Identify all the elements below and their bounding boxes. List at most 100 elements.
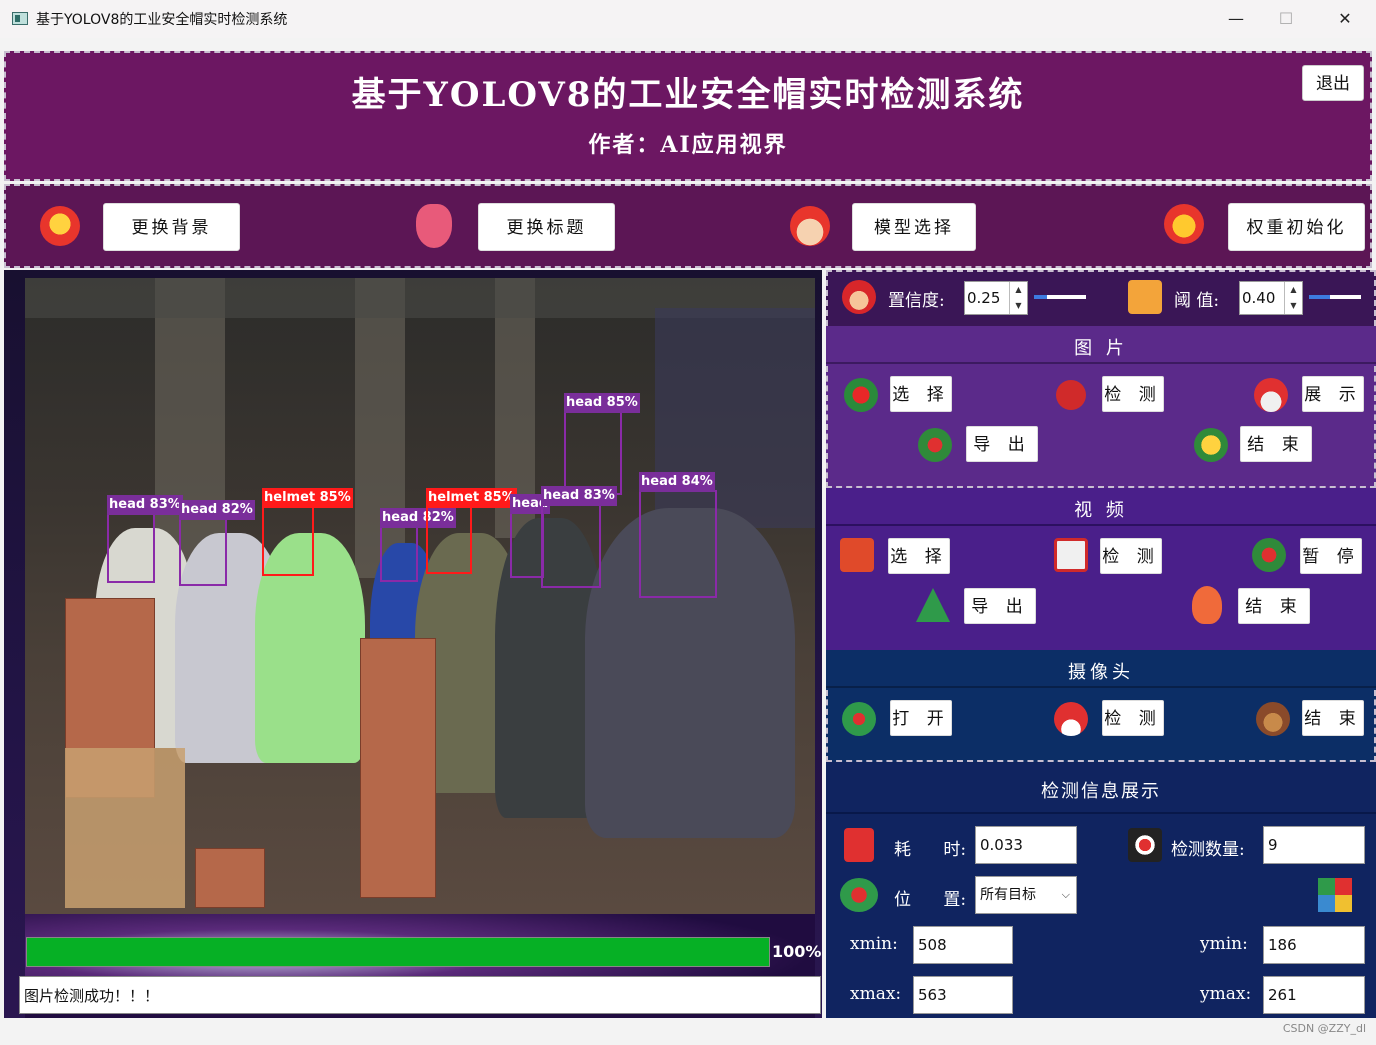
chevron-down-icon: ⌵: [1061, 888, 1070, 901]
app-icon: [12, 12, 28, 25]
image-section-title: 图 片: [1074, 338, 1128, 359]
info-panel-header: 检测信息展示: [826, 762, 1376, 814]
gift-box-icon: [1128, 280, 1162, 314]
title-bar: 基于YOLOV8的工业安全帽实时检测系统 — ☐ ✕: [0, 0, 1376, 38]
camera-end-button[interactable]: 结 束: [1302, 700, 1364, 736]
image-display-area: head 83% head 82% helmet 85% head 82% he…: [4, 270, 822, 1018]
stocking-icon: [844, 828, 874, 862]
image-panel-header: 图 片: [826, 326, 1376, 364]
exit-button[interactable]: 退出: [1302, 65, 1364, 101]
weight-init-button[interactable]: 权重初始化: [1228, 203, 1365, 251]
image-detect-button[interactable]: 检 测: [1102, 376, 1164, 412]
position-label: 位 置:: [894, 890, 967, 910]
author-subtitle: 作者：AI应用视界: [588, 132, 788, 158]
scene-box: [65, 748, 185, 908]
image-export-button[interactable]: 导 出: [966, 426, 1038, 462]
info-panel: 检测信息展示 耗 时: 0.033 检测数量: 9 位 置: 所有目标 ⌵ xm…: [826, 762, 1376, 1018]
image-show-button[interactable]: 展 示: [1302, 376, 1364, 412]
mittens-icon: [840, 878, 878, 912]
scene-bricks: [195, 848, 265, 908]
xmin-field[interactable]: 508: [913, 926, 1013, 964]
model-select-button[interactable]: 模型选择: [852, 203, 976, 251]
close-button[interactable]: ✕: [1322, 4, 1368, 34]
detection-box: head: [510, 494, 551, 578]
confidence-label: 置信度:: [888, 291, 945, 311]
santa-hat-icon: [1254, 378, 1288, 412]
santa-hat-icon: [1054, 702, 1088, 736]
scene-bricks: [360, 638, 436, 898]
video-pause-button[interactable]: 暂 停: [1300, 538, 1362, 574]
detection-box: head 84%: [639, 472, 717, 598]
video-panel-header: 视 频: [826, 488, 1376, 526]
mistletoe-icon: [918, 428, 952, 462]
camera-panel-header: 摄像头: [826, 650, 1376, 688]
ymin-field[interactable]: 186: [1263, 926, 1365, 964]
confidence-value: 0.25: [967, 289, 1001, 307]
camera-open-button[interactable]: 打 开: [890, 700, 952, 736]
image-end-button[interactable]: 结 束: [1240, 426, 1312, 462]
bell-icon: [1164, 204, 1204, 244]
progress-fill: [27, 938, 769, 966]
progress-percent: 100%: [772, 942, 822, 961]
reindeer-icon: [1256, 702, 1290, 736]
watermark-text: CSDN @ZZY_dl: [1282, 1022, 1366, 1035]
page-title: 基于YOLOV8的工业安全帽实时检测系统: [351, 75, 1025, 115]
white-gift-icon: [1054, 538, 1088, 572]
holly-wreath-icon: [1252, 538, 1286, 572]
detection-box: helmet 85%: [262, 488, 353, 576]
detection-box: head 85%: [564, 393, 640, 495]
video-export-button[interactable]: 导 出: [964, 588, 1036, 624]
ymax-label: ymax:: [1200, 984, 1252, 1004]
status-message: 图片检测成功！！！: [19, 976, 821, 1014]
time-field[interactable]: 0.033: [975, 826, 1077, 864]
info-section-title: 检测信息展示: [1041, 781, 1161, 802]
ymin-label: ymin:: [1200, 934, 1248, 954]
video-detect-button[interactable]: 检 测: [1100, 538, 1162, 574]
snowflake-cluster-icon: [1128, 828, 1162, 862]
count-label: 检测数量:: [1171, 840, 1245, 860]
detection-box: helmet 85%: [426, 488, 517, 574]
camera-detect-button[interactable]: 检 测: [1102, 700, 1164, 736]
santa-elf-icon: [790, 206, 830, 246]
image-panel: 图 片 选 择 检 测 展 示 导 出 结 束: [826, 326, 1376, 488]
xmax-field[interactable]: 563: [913, 976, 1013, 1014]
spin-arrows-icon[interactable]: ▲ ▼: [1284, 282, 1302, 314]
christmas-tree-icon: [916, 588, 950, 622]
detection-box: head 83%: [541, 486, 617, 588]
ymax-field[interactable]: 261: [1263, 976, 1365, 1014]
camera-section-title: 摄像头: [1068, 662, 1134, 683]
camera-panel-body: 打 开 检 测 结 束: [826, 690, 1376, 762]
video-select-button[interactable]: 选 择: [888, 538, 950, 574]
video-panel-body: 选 择 检 测 暂 停 导 出 结 束: [826, 528, 1376, 650]
image-select-button[interactable]: 选 择: [890, 376, 952, 412]
detection-box: head 82%: [380, 508, 456, 582]
poinsettia-icon: [842, 702, 876, 736]
target-select[interactable]: 所有目标 ⌵: [975, 876, 1077, 914]
owl-icon: [40, 206, 80, 246]
maximize-button[interactable]: ☐: [1263, 4, 1309, 34]
iou-label: 阈 值:: [1174, 291, 1220, 311]
minimize-button[interactable]: —: [1213, 4, 1259, 34]
header-banner: 基于YOLOV8的工业安全帽实时检测系统 作者：AI应用视界 退出: [4, 51, 1372, 181]
time-label: 耗 时:: [894, 840, 967, 860]
count-field[interactable]: 9: [1263, 826, 1365, 864]
xmax-label: xmax:: [850, 984, 902, 1004]
iou-spinbox[interactable]: 0.40 ▲ ▼: [1239, 281, 1303, 315]
sack-icon: [1056, 380, 1086, 410]
change-title-button[interactable]: 更换标题: [478, 203, 615, 251]
spin-arrows-icon[interactable]: ▲ ▼: [1009, 282, 1027, 314]
camera-panel: 摄像头 打 开 检 测 结 束: [826, 650, 1376, 762]
hot-air-balloon-icon: [1192, 586, 1222, 624]
change-background-button[interactable]: 更换背景: [103, 203, 240, 251]
video-end-button[interactable]: 结 束: [1238, 588, 1310, 624]
iou-value: 0.40: [1242, 289, 1276, 307]
holly-icon: [844, 378, 878, 412]
image-panel-body: 选 择 检 测 展 示 导 出 结 束: [826, 366, 1376, 488]
control-panel: 置信度: 0.25 ▲ ▼ 阈 值: 0.40 ▲ ▼ 图 片 选 择 检 测 …: [826, 270, 1376, 1018]
progress-bar: [26, 937, 770, 967]
bells-icon: [1194, 428, 1228, 462]
confidence-spinbox[interactable]: 0.25 ▲ ▼: [964, 281, 1028, 315]
iou-slider[interactable]: [1309, 295, 1361, 299]
confidence-slider[interactable]: [1034, 295, 1086, 299]
popsicle-icon: [416, 204, 452, 248]
